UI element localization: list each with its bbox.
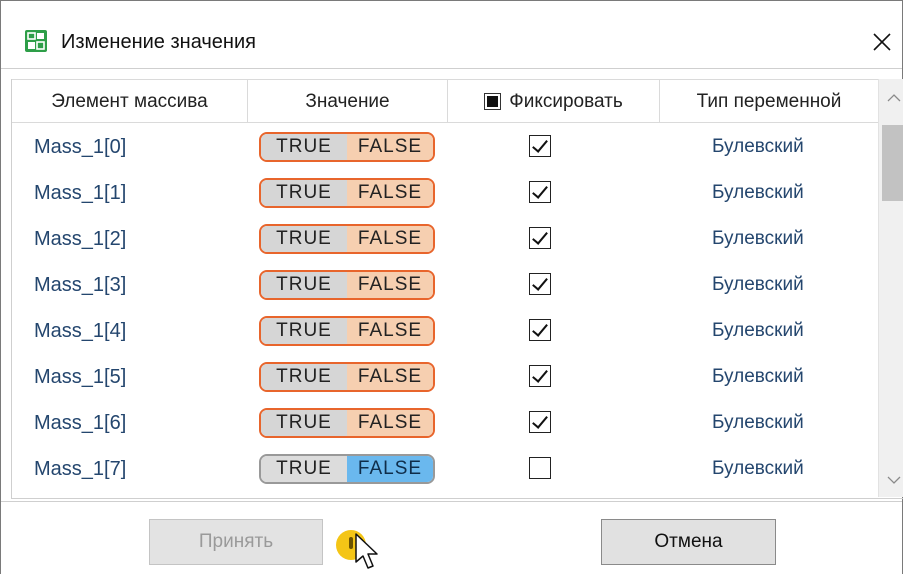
fix-checkbox[interactable] <box>529 181 551 203</box>
app-icon <box>25 30 47 52</box>
mouse-cursor-icon <box>355 533 378 569</box>
element-name: Mass_1[5] <box>34 365 127 388</box>
toggle-true-option[interactable]: TRUE <box>261 226 347 252</box>
fix-checkbox[interactable] <box>529 319 551 341</box>
fix-checkbox[interactable] <box>529 273 551 295</box>
change-value-dialog: Изменение значения Элемент массива Значе… <box>0 0 903 574</box>
value-toggle[interactable]: TRUE FALSE <box>259 224 435 254</box>
array-values-grid: Элемент массива Значение Фиксировать Тип… <box>11 79 903 499</box>
scroll-up-button[interactable] <box>879 87 903 109</box>
variable-type: Булевский <box>712 366 804 387</box>
accept-button[interactable]: Принять <box>149 519 323 565</box>
toggle-true-option[interactable]: TRUE <box>261 364 347 390</box>
fix-checkbox[interactable] <box>529 135 551 157</box>
value-toggle[interactable]: TRUE FALSE <box>259 178 435 208</box>
variable-type: Булевский <box>712 320 804 341</box>
table-row: Mass_1[1] TRUE FALSE Булевский <box>12 170 878 216</box>
element-name: Mass_1[0] <box>34 135 127 158</box>
column-header-fix[interactable]: Фиксировать <box>448 80 660 123</box>
toggle-false-option[interactable]: FALSE <box>347 134 433 160</box>
toggle-false-option[interactable]: FALSE <box>347 410 433 436</box>
toggle-false-option[interactable]: FALSE <box>347 456 433 482</box>
toggle-false-option[interactable]: FALSE <box>347 272 433 298</box>
table-row: Mass_1[5] TRUE FALSE Булевский <box>12 354 878 400</box>
variable-type: Булевский <box>712 274 804 295</box>
table-row: Mass_1[0] TRUE FALSE Булевский <box>12 124 878 170</box>
scroll-thumb[interactable] <box>882 125 903 201</box>
table-row: Mass_1[3] TRUE FALSE Булевский <box>12 262 878 308</box>
variable-type: Булевский <box>712 228 804 249</box>
value-toggle[interactable]: TRUE FALSE <box>259 408 435 438</box>
variable-type: Булевский <box>712 136 804 157</box>
value-toggle[interactable]: TRUE FALSE <box>259 454 435 484</box>
column-header-type[interactable]: Тип переменной <box>660 80 878 123</box>
value-toggle[interactable]: TRUE FALSE <box>259 362 435 392</box>
title-bar: Изменение значения <box>1 1 902 69</box>
toggle-true-option[interactable]: TRUE <box>261 134 347 160</box>
element-name: Mass_1[1] <box>34 181 127 204</box>
fix-checkbox[interactable] <box>529 227 551 249</box>
toggle-true-option[interactable]: TRUE <box>261 272 347 298</box>
table-row: Mass_1[2] TRUE FALSE Булевский <box>12 216 878 262</box>
fix-checkbox[interactable] <box>529 457 551 479</box>
close-button[interactable] <box>862 25 902 59</box>
element-name: Mass_1[7] <box>34 457 127 480</box>
element-name: Mass_1[4] <box>34 319 127 342</box>
toggle-true-option[interactable]: TRUE <box>261 180 347 206</box>
table-row: Mass_1[6] TRUE FALSE Булевский <box>12 400 878 446</box>
element-name: Mass_1[2] <box>34 227 127 250</box>
grid-header: Элемент массива Значение Фиксировать Тип… <box>12 79 878 123</box>
element-name: Mass_1[3] <box>34 273 127 296</box>
window-title: Изменение значения <box>61 31 256 53</box>
toggle-true-option[interactable]: TRUE <box>261 410 347 436</box>
variable-type: Булевский <box>712 458 804 479</box>
variable-type: Булевский <box>712 412 804 433</box>
toggle-true-option[interactable]: TRUE <box>261 318 347 344</box>
chevron-down-icon <box>887 476 900 484</box>
toggle-false-option[interactable]: FALSE <box>347 318 433 344</box>
fix-checkbox[interactable] <box>529 365 551 387</box>
toggle-false-option[interactable]: FALSE <box>347 364 433 390</box>
value-toggle[interactable]: TRUE FALSE <box>259 270 435 300</box>
close-icon <box>873 33 891 51</box>
column-header-element[interactable]: Элемент массива <box>12 80 248 123</box>
toggle-false-option[interactable]: FALSE <box>347 180 433 206</box>
value-toggle[interactable]: TRUE FALSE <box>259 132 435 162</box>
vertical-scrollbar[interactable] <box>878 79 903 497</box>
dialog-footer: Принять Отмена <box>1 501 902 574</box>
toggle-false-option[interactable]: FALSE <box>347 226 433 252</box>
table-row: Mass_1[7] TRUE FALSE Булевский <box>12 446 878 492</box>
fix-checkbox[interactable] <box>529 411 551 433</box>
scroll-down-button[interactable] <box>879 469 903 491</box>
cancel-button[interactable]: Отмена <box>601 519 776 565</box>
toggle-true-option[interactable]: TRUE <box>261 456 347 482</box>
variable-type: Булевский <box>712 182 804 203</box>
value-toggle[interactable]: TRUE FALSE <box>259 316 435 346</box>
element-name: Mass_1[6] <box>34 411 127 434</box>
chevron-up-icon <box>887 94 900 102</box>
table-row: Mass_1[4] TRUE FALSE Булевский <box>12 308 878 354</box>
column-header-value[interactable]: Значение <box>248 80 448 123</box>
fix-all-checkbox[interactable] <box>484 93 502 110</box>
